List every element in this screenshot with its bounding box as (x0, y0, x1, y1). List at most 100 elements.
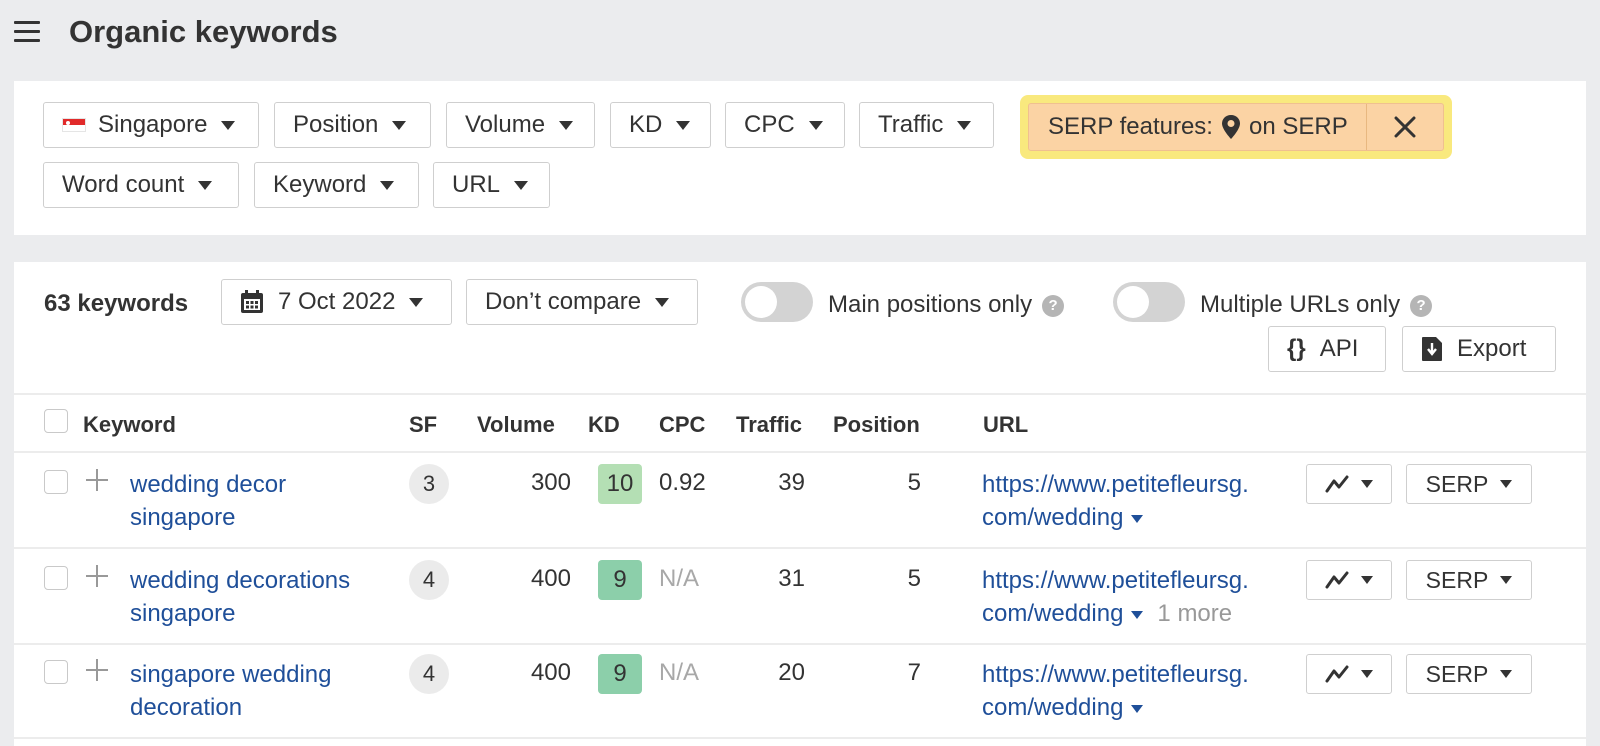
chevron-down-icon[interactable] (1131, 610, 1144, 619)
chevron-down-icon (409, 297, 424, 307)
trend-chart-button[interactable] (1306, 654, 1392, 694)
trend-chart-button[interactable] (1306, 560, 1392, 600)
hamburger-menu-icon[interactable] (14, 21, 40, 43)
traffic-filter-label: Traffic (878, 111, 944, 138)
url-link[interactable]: https://www.petitefleursg. com/wedding (982, 658, 1282, 724)
url-line-2: com/wedding (982, 504, 1124, 531)
chevron-down-icon (1361, 480, 1373, 488)
chevron-down-icon (655, 297, 670, 307)
country-filter[interactable]: Singapore (43, 102, 259, 148)
table-header: Keyword SF Volume KD CPC Traffic Positio… (14, 393, 1586, 453)
chevron-down-icon (1361, 576, 1373, 584)
url-link[interactable]: https://www.petitefleursg. com/wedding 1 m… (982, 564, 1282, 630)
url-line-2: com/wedding (982, 694, 1124, 721)
serp-features-highlight: SERP features: on SERP (1020, 95, 1452, 159)
chevron-down-icon (559, 120, 574, 130)
select-all-checkbox[interactable] (44, 409, 68, 433)
column-cpc[interactable]: CPC (659, 412, 705, 438)
position-filter-label: Position (293, 111, 379, 138)
code-braces-icon: {} (1287, 335, 1306, 362)
multiple-urls-text: Multiple URLs only (1200, 291, 1401, 318)
remove-filter-button[interactable] (1367, 116, 1443, 138)
kd-filter-label: KD (629, 111, 663, 138)
keyword-link[interactable]: singapore wedding decoration (130, 658, 390, 724)
url-filter[interactable]: URL (433, 162, 550, 208)
trend-chart-button[interactable] (1306, 464, 1392, 504)
trend-line-icon (1325, 475, 1349, 493)
column-keyword[interactable]: Keyword (83, 412, 176, 438)
compare-dropdown[interactable]: Don’t compare (466, 279, 698, 325)
sf-badge[interactable]: 3 (409, 464, 449, 504)
export-button[interactable]: Export (1402, 326, 1556, 372)
chevron-down-icon (221, 120, 236, 130)
position-value: 7 (907, 659, 921, 686)
url-line-1: https://www.petitefleursg. (982, 471, 1249, 498)
help-icon[interactable]: ? (1042, 294, 1065, 317)
kd-badge: 10 (598, 464, 642, 504)
volume-value: 300 (530, 469, 571, 496)
compare-label: Don’t compare (485, 288, 642, 315)
column-traffic[interactable]: Traffic (736, 412, 802, 438)
position-filter[interactable]: Position (274, 102, 431, 148)
chevron-down-icon[interactable] (1131, 514, 1144, 523)
api-button[interactable]: {} API (1268, 326, 1386, 372)
serp-features-value: on SERP (1248, 113, 1348, 140)
chevron-down-icon (808, 120, 823, 130)
country-label: Singapore (98, 111, 208, 138)
row-checkbox[interactable] (44, 470, 68, 494)
serp-button[interactable]: SERP (1406, 654, 1532, 694)
row-checkbox[interactable] (44, 660, 68, 684)
sf-badge[interactable]: 4 (409, 560, 449, 600)
column-position[interactable]: Position (833, 412, 920, 438)
column-url[interactable]: URL (983, 412, 1028, 438)
keyword-filter[interactable]: Keyword (254, 162, 419, 208)
chevron-down-icon (957, 120, 972, 130)
add-to-list-icon[interactable] (86, 659, 108, 681)
keyword-link[interactable]: wedding decorations singapore (130, 564, 390, 630)
column-sf[interactable]: SF (409, 412, 437, 438)
keyword-line-2: singapore (130, 600, 236, 627)
url-filter-label: URL (452, 171, 501, 198)
keyword-link[interactable]: wedding decor singapore (130, 468, 390, 534)
serp-features-filter[interactable]: SERP features: on SERP (1029, 104, 1367, 150)
volume-filter[interactable]: Volume (446, 102, 595, 148)
more-urls-link[interactable]: 1 more (1157, 600, 1232, 627)
table-row: wedding decor singapore 3 300 10 0.92 39 … (14, 453, 1586, 549)
main-positions-toggle[interactable] (741, 282, 813, 322)
cpc-value: 0.92 (659, 469, 706, 496)
add-to-list-icon[interactable] (86, 565, 108, 587)
url-link[interactable]: https://www.petitefleursg. com/wedding (982, 468, 1282, 534)
add-to-list-icon[interactable] (86, 469, 108, 491)
chevron-down-icon[interactable] (1131, 704, 1144, 713)
traffic-filter[interactable]: Traffic (859, 102, 994, 148)
chevron-down-icon (380, 180, 395, 190)
serp-button[interactable]: SERP (1406, 464, 1532, 504)
sf-badge[interactable]: 4 (409, 654, 449, 694)
keyword-line-1: singapore wedding (130, 661, 332, 688)
kd-filter[interactable]: KD (610, 102, 711, 148)
keyword-count: 63 keywords (44, 290, 189, 317)
chevron-down-icon (514, 180, 529, 190)
date-picker[interactable]: 7 Oct 2022 (221, 279, 452, 325)
column-kd[interactable]: KD (588, 412, 620, 438)
column-volume[interactable]: Volume (477, 412, 555, 438)
chevron-down-icon (1361, 670, 1373, 678)
serp-features-filter-chip: SERP features: on SERP (1028, 103, 1444, 151)
help-icon[interactable]: ? (1410, 294, 1433, 317)
word-count-filter[interactable]: Word count (43, 162, 239, 208)
serp-button-label: SERP (1425, 470, 1489, 497)
serp-button[interactable]: SERP (1406, 560, 1532, 600)
calendar-icon (241, 290, 263, 313)
cpc-value: N/A (659, 565, 700, 592)
keyword-filter-label: Keyword (273, 171, 367, 198)
url-line-1: https://www.petitefleursg. (982, 567, 1249, 594)
multiple-urls-toggle[interactable] (1113, 282, 1185, 322)
row-checkbox[interactable] (44, 566, 68, 590)
cpc-filter[interactable]: CPC (725, 102, 845, 148)
main-positions-text: Main positions only (828, 291, 1033, 318)
singapore-flag-icon (62, 118, 86, 132)
url-line-1: https://www.petitefleursg. (982, 661, 1249, 688)
map-pin-icon (1221, 115, 1240, 139)
chevron-down-icon (1500, 576, 1513, 584)
trend-line-icon (1325, 571, 1349, 589)
